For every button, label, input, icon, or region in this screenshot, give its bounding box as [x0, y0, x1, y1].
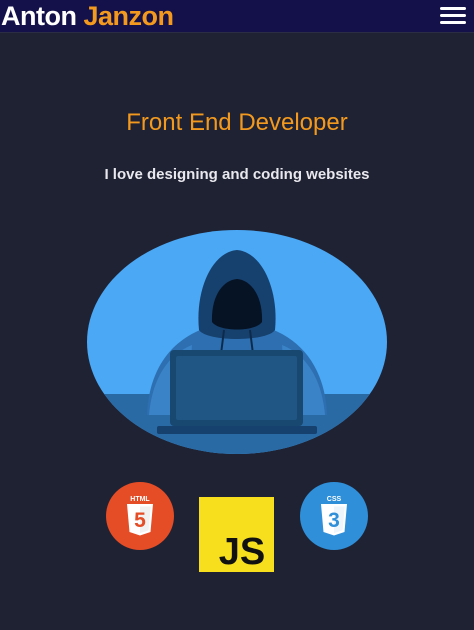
html-label: HTML	[130, 496, 150, 503]
navbar: Anton Janzon	[0, 0, 474, 33]
hooded-developer-illustration	[87, 230, 387, 454]
javascript-icon: JS	[199, 497, 274, 572]
brand-first-name: Anton	[1, 1, 77, 31]
brand-last-name: Janzon	[83, 1, 174, 31]
css3-icon: CSS 3	[300, 482, 368, 550]
hamburger-menu-icon[interactable]	[440, 6, 468, 26]
css-badge: 3	[328, 509, 340, 532]
js-label: JS	[219, 531, 265, 572]
hero-subtitle: I love designing and coding websites	[104, 166, 370, 183]
html5-icon: HTML 5	[106, 482, 174, 550]
hero-title: Front End Developer	[126, 109, 348, 136]
html-badge: 5	[134, 509, 146, 532]
brand-logo[interactable]: Anton Janzon	[1, 0, 174, 33]
css-label: CSS	[327, 496, 342, 503]
